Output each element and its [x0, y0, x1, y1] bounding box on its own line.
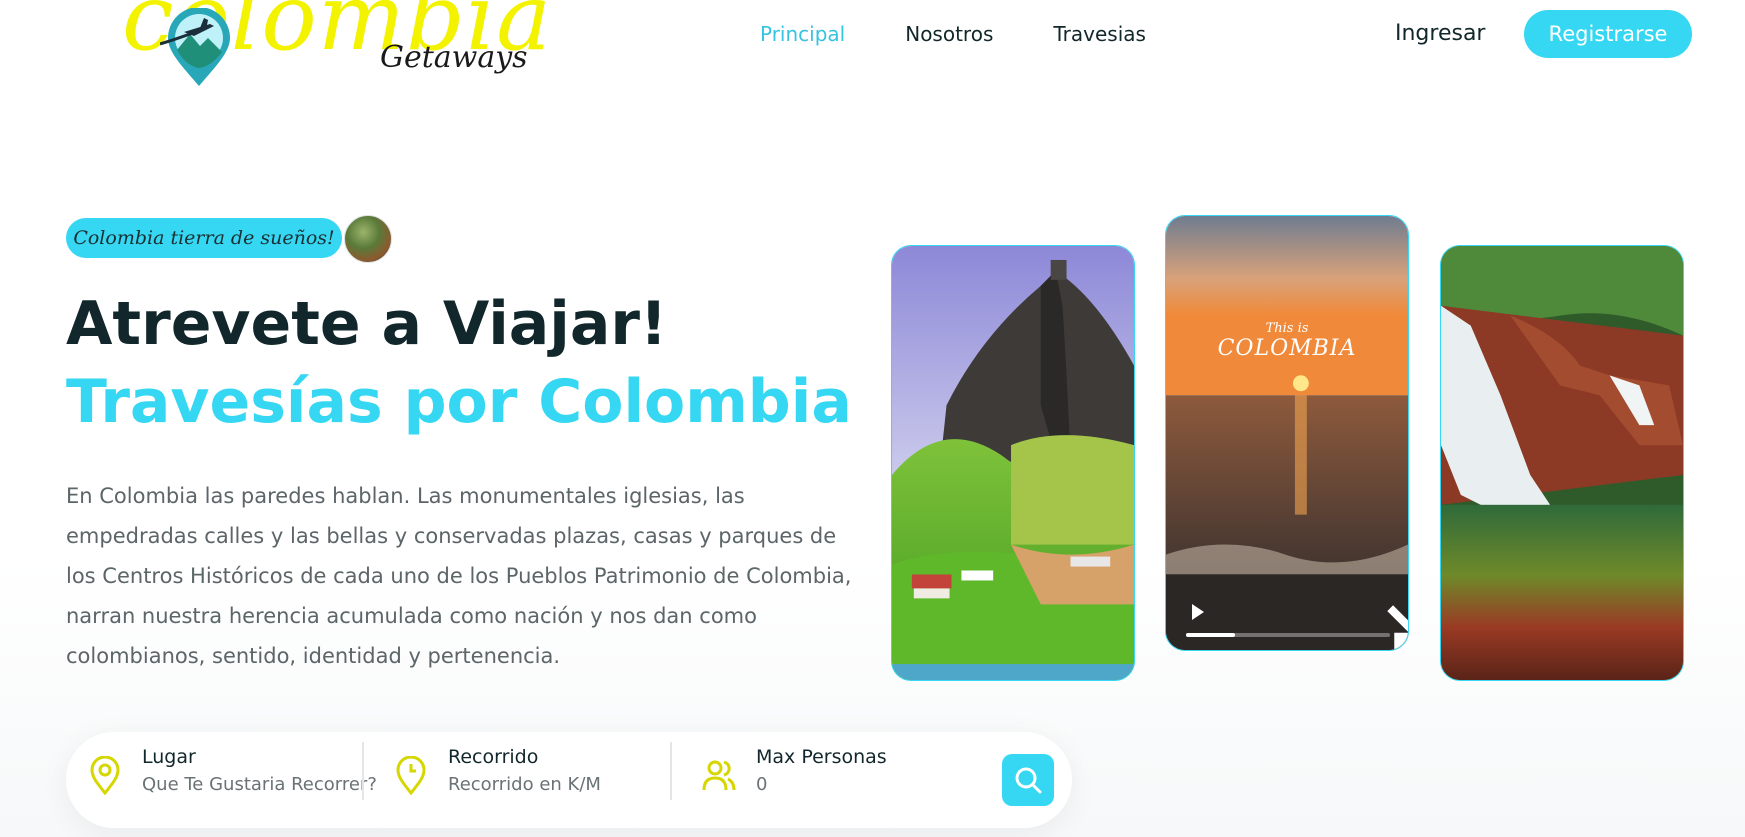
hero-description: En Colombia las paredes hablan. Las monu…	[66, 484, 852, 668]
logo[interactable]: colombia Getaways	[60, 0, 551, 90]
penol-rock-image	[892, 246, 1134, 680]
search-icon	[1015, 767, 1042, 794]
map-pin-icon	[90, 756, 120, 796]
users-icon	[702, 760, 736, 791]
search-field-value: Que Te Gustaria Recorrer?	[142, 774, 377, 795]
search-field-recorrido[interactable]: Recorrido Recorrido en K/M	[372, 732, 668, 828]
search-field-value: Recorrido en K/M	[448, 774, 601, 795]
gallery-card-penol[interactable]	[891, 245, 1135, 681]
hero-title-main: Atrevete a Viajar!	[66, 289, 668, 359]
register-button[interactable]: Registrarse	[1524, 10, 1692, 58]
hero-title: Atrevete a Viajar! Travesías por Colombi…	[66, 285, 886, 441]
more-options-icon[interactable]	[1376, 600, 1409, 651]
video-controls	[1166, 560, 1408, 650]
search-divider	[670, 742, 672, 800]
logo-subtitle: Getaways	[380, 40, 528, 75]
search-divider	[362, 742, 364, 800]
gallery-video-card[interactable]: This is COLOMBIA	[1165, 215, 1409, 651]
tag-thumbnail	[344, 215, 392, 263]
video-progress-bar[interactable]	[1186, 633, 1390, 637]
main-nav: Principal Nosotros Travesias	[760, 22, 1206, 46]
clock-icon	[396, 756, 426, 796]
nav-item-nosotros[interactable]: Nosotros	[905, 22, 993, 46]
video-overlay-big: COLOMBIA	[1217, 336, 1357, 361]
search-button[interactable]	[1002, 754, 1054, 806]
waterfall-image	[1441, 246, 1683, 680]
search-field-max-personas[interactable]: Max Personas 0	[680, 732, 976, 828]
nav-item-travesias[interactable]: Travesias	[1053, 22, 1146, 46]
hero-tag: Colombia tierra de sueños!	[66, 218, 342, 258]
gallery-card-waterfall[interactable]	[1440, 245, 1684, 681]
video-overlay-title: This is COLOMBIA	[1166, 321, 1408, 361]
search-field-lugar[interactable]: Lugar Que Te Gustaria Recorrer?	[66, 732, 377, 828]
hero-title-accent: Travesías por Colombia	[66, 367, 852, 437]
search-field-label: Max Personas	[756, 746, 887, 768]
video-overlay-small: This is	[1265, 321, 1309, 336]
search-bar: Lugar Que Te Gustaria Recorrer? Recorrid…	[66, 732, 1072, 828]
search-field-value: 0	[756, 774, 768, 795]
nav-item-principal[interactable]: Principal	[760, 22, 845, 46]
map-pin-logo-icon	[160, 8, 230, 86]
search-field-label: Lugar	[142, 746, 196, 768]
video-progress-fill	[1186, 633, 1235, 637]
play-icon[interactable]	[1192, 604, 1204, 620]
search-field-label: Recorrido	[448, 746, 539, 768]
login-link[interactable]: Ingresar	[1395, 21, 1485, 46]
